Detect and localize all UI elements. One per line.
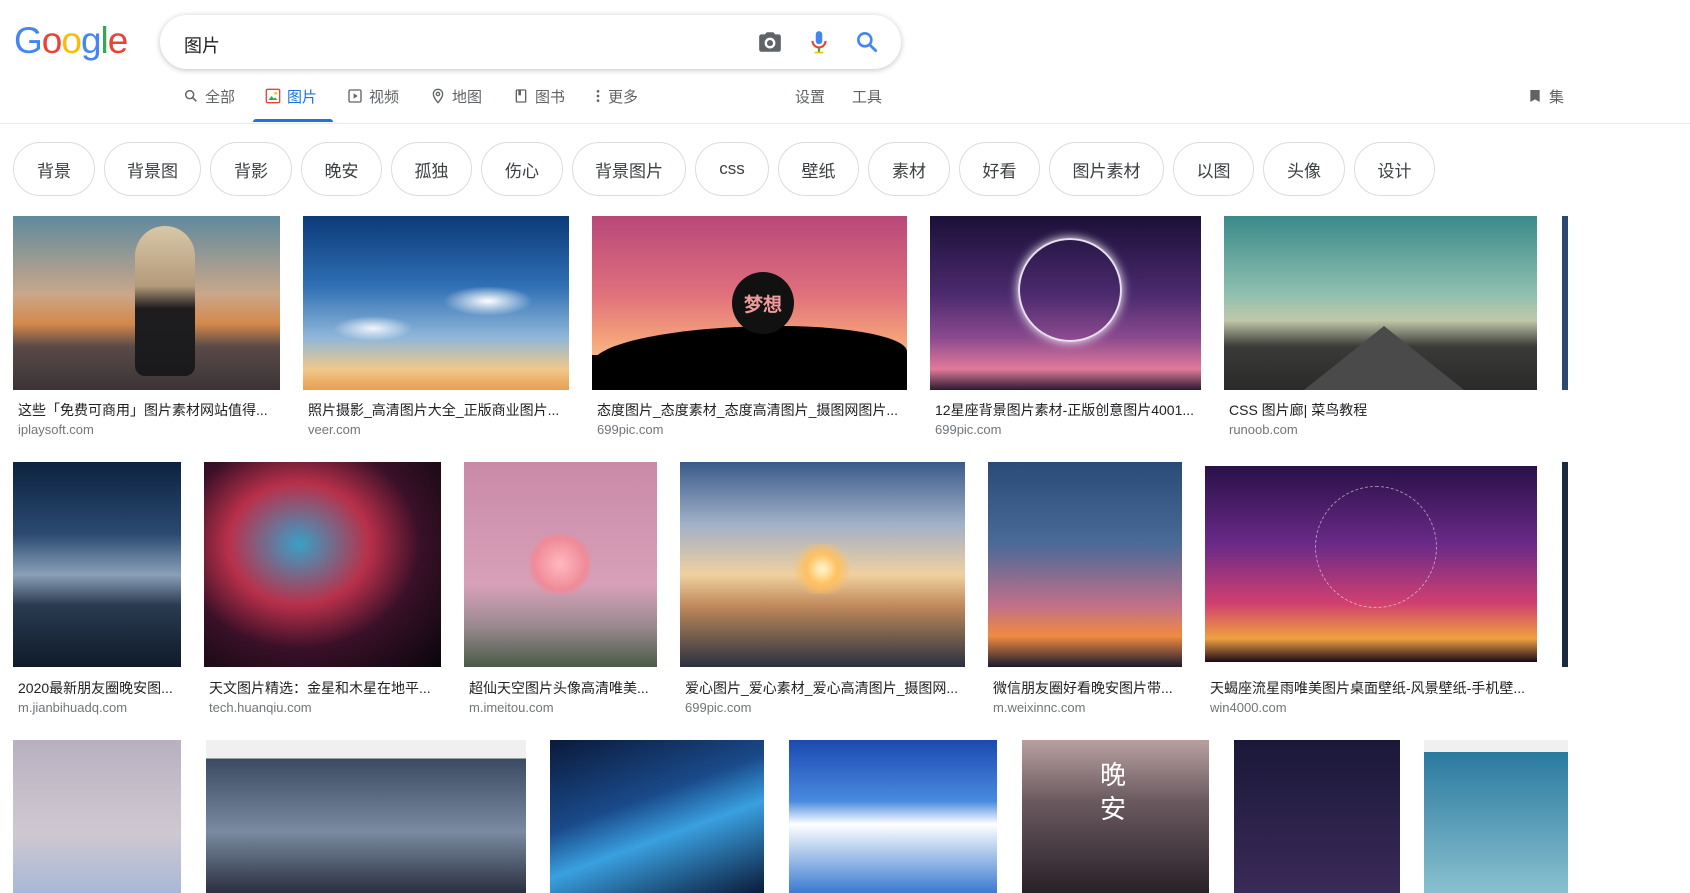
result-source: veer.com bbox=[308, 422, 361, 437]
camera-icon[interactable] bbox=[757, 29, 783, 55]
tab-books[interactable]: 图书 bbox=[513, 86, 565, 106]
chip[interactable]: 素材 bbox=[868, 142, 950, 196]
bookmark-icon bbox=[1530, 90, 1540, 102]
search-icon[interactable] bbox=[854, 29, 880, 55]
tab-label: 视频 bbox=[369, 88, 400, 106]
result-caption[interactable]: 12星座背景图片素材-正版创意图片4001... bbox=[935, 400, 1197, 420]
result-source: tech.huanqiu.com bbox=[209, 700, 312, 715]
chip[interactable]: 好看 bbox=[959, 142, 1040, 196]
result-image[interactable] bbox=[13, 462, 181, 667]
collections-label: 集 bbox=[1549, 88, 1565, 106]
result-image[interactable] bbox=[206, 740, 526, 893]
chip[interactable]: css bbox=[695, 142, 769, 196]
result-caption[interactable]: 天蝎座流星雨唯美图片桌面壁纸-风景壁纸-手机壁... bbox=[1210, 678, 1530, 698]
result-image[interactable] bbox=[1205, 466, 1537, 662]
result-image[interactable]: 梦想 bbox=[592, 216, 907, 390]
search-box[interactable]: 图片 bbox=[160, 15, 901, 69]
book-icon bbox=[515, 89, 527, 103]
settings-link[interactable]: 设置 bbox=[795, 86, 825, 106]
collections-link[interactable]: 集 bbox=[1527, 86, 1564, 106]
road bbox=[1304, 326, 1464, 390]
result-image[interactable] bbox=[1424, 740, 1568, 893]
result-source: 699pic.com bbox=[935, 422, 1002, 437]
result-image[interactable]: 晚安 bbox=[1022, 740, 1209, 893]
chip[interactable]: 背影 bbox=[210, 142, 292, 196]
result-source: m.weixinnc.com bbox=[993, 700, 1086, 715]
result-caption[interactable]: 2020最新朋友圈晚安图... bbox=[18, 678, 176, 698]
result-image[interactable] bbox=[550, 740, 764, 893]
search-input[interactable]: 图片 bbox=[184, 32, 220, 58]
header-divider bbox=[0, 123, 1690, 124]
result-image[interactable] bbox=[13, 740, 181, 893]
tab-label: 图书 bbox=[535, 88, 566, 106]
search-icon bbox=[184, 89, 197, 102]
tab-maps[interactable]: 地图 bbox=[430, 86, 482, 106]
result-source: iplaysoft.com bbox=[18, 422, 94, 437]
image-icon bbox=[265, 88, 281, 104]
tab-label: 图片 bbox=[287, 88, 318, 106]
person-silhouette bbox=[135, 226, 195, 376]
result-caption[interactable]: CSS 图片廊| 菜鸟教程 bbox=[1229, 400, 1529, 420]
result-image[interactable] bbox=[13, 216, 280, 390]
zodiac-ring bbox=[1018, 238, 1122, 342]
result-caption[interactable]: 超仙天空图片头像高清唯美... bbox=[469, 678, 654, 698]
chip[interactable]: 伤心 bbox=[481, 142, 563, 196]
result-image[interactable] bbox=[1224, 216, 1537, 390]
chip[interactable]: 孤独 bbox=[391, 142, 472, 196]
result-caption[interactable]: 微信朋友圈好看晚安图片带... bbox=[993, 678, 1178, 698]
result-source: m.jianbihuadq.com bbox=[18, 700, 128, 715]
cloud bbox=[333, 316, 413, 341]
result-caption[interactable]: 这些「免费可商用」图片素材网站值得... bbox=[18, 400, 273, 420]
heart-cloud bbox=[528, 534, 592, 594]
result-caption[interactable]: 天文图片精选：金星和木星在地平... bbox=[209, 678, 437, 698]
chip[interactable]: 图片素材 bbox=[1049, 142, 1164, 196]
tools-link[interactable]: 工具 bbox=[852, 86, 882, 106]
result-image[interactable] bbox=[680, 462, 965, 667]
tab-label: 地图 bbox=[452, 88, 483, 106]
chip[interactable]: 背景图 bbox=[104, 142, 201, 196]
chip[interactable]: 设计 bbox=[1354, 142, 1435, 196]
tab-all[interactable]: 全部 bbox=[183, 86, 235, 106]
chip[interactable]: 背景图片 bbox=[572, 142, 686, 196]
tab-label: 更多 bbox=[608, 88, 639, 106]
tab-images[interactable]: 图片 bbox=[265, 86, 317, 106]
tab-videos[interactable]: 视频 bbox=[347, 86, 399, 106]
chip[interactable]: 以图 bbox=[1173, 142, 1254, 196]
result-image[interactable] bbox=[464, 462, 657, 667]
play-icon bbox=[348, 89, 362, 103]
hill bbox=[592, 326, 907, 390]
chip[interactable]: 背景 bbox=[13, 142, 95, 196]
result-image[interactable] bbox=[204, 462, 441, 667]
result-source: win4000.com bbox=[1210, 700, 1287, 715]
google-logo[interactable]: Google bbox=[14, 20, 128, 62]
result-caption[interactable]: 态度图片_态度素材_态度高清图片_摄图网图片... bbox=[597, 400, 899, 420]
result-image[interactable] bbox=[1234, 740, 1400, 893]
tab-label: 全部 bbox=[205, 88, 236, 106]
result-source: runoob.com bbox=[1229, 422, 1298, 437]
goodnight-text: 晚安 bbox=[1100, 760, 1127, 824]
result-image[interactable] bbox=[789, 740, 997, 893]
microphone-icon[interactable] bbox=[806, 29, 832, 55]
chip[interactable]: 晚安 bbox=[301, 142, 382, 196]
chip[interactable]: 壁纸 bbox=[778, 142, 859, 196]
chip[interactable]: 头像 bbox=[1263, 142, 1345, 196]
sun-heart bbox=[792, 544, 852, 594]
result-image[interactable] bbox=[303, 216, 569, 390]
result-source: 699pic.com bbox=[597, 422, 664, 437]
cloud bbox=[443, 286, 533, 316]
map-pin-icon bbox=[432, 88, 444, 104]
result-image-partial[interactable] bbox=[1562, 462, 1568, 667]
dream-boulder: 梦想 bbox=[732, 272, 794, 334]
tab-more[interactable]: 更多 bbox=[594, 86, 638, 106]
result-image-partial[interactable] bbox=[1562, 216, 1568, 390]
result-caption[interactable]: 照片摄影_高清图片大全_正版商业图片... bbox=[308, 400, 563, 420]
result-source: 699pic.com bbox=[685, 700, 752, 715]
result-image[interactable] bbox=[988, 462, 1182, 667]
active-tab-indicator bbox=[253, 119, 333, 122]
star-trails bbox=[1315, 486, 1437, 608]
result-caption[interactable]: 爱心图片_爱心素材_爱心高清图片_摄图网... bbox=[685, 678, 960, 698]
result-source: m.imeitou.com bbox=[469, 700, 554, 715]
result-image[interactable] bbox=[930, 216, 1201, 390]
more-vert-icon bbox=[596, 90, 600, 102]
